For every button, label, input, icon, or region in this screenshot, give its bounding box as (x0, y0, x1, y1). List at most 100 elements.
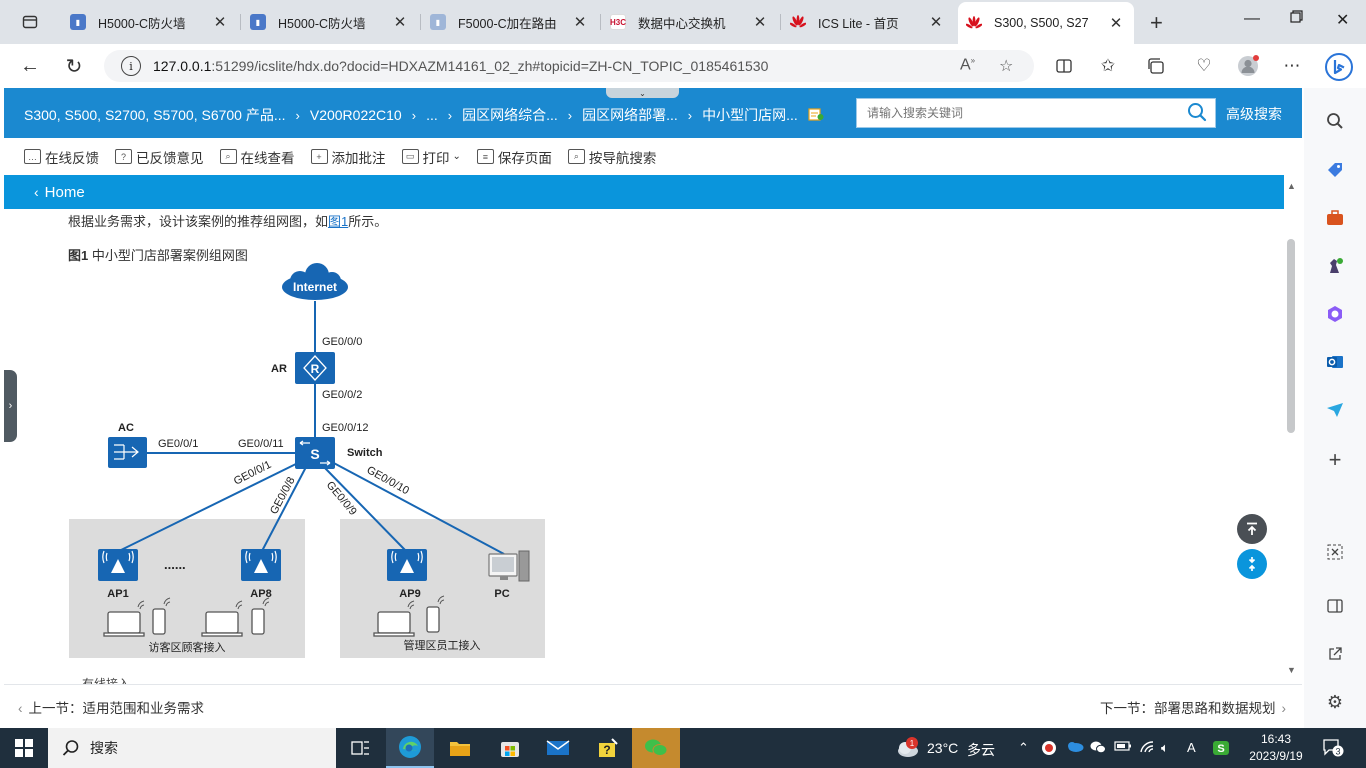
expand-toc-handle[interactable]: › (4, 370, 17, 442)
chevron-left-icon: ‹ (18, 701, 23, 716)
online-view-button[interactable]: ⌕ 在线查看 (219, 147, 295, 167)
wifi-icon[interactable] (1139, 740, 1155, 757)
windows-start-icon[interactable] (0, 728, 48, 768)
tab-close-icon[interactable]: ✕ (390, 13, 410, 31)
back-to-top-button[interactable] (1237, 514, 1267, 544)
input-method-icon[interactable]: A (1187, 740, 1196, 755)
close-window-icon[interactable]: ✕ (1336, 10, 1349, 30)
site-info-icon[interactable]: i (121, 56, 141, 76)
scroll-down-icon[interactable]: ▼ (1287, 665, 1296, 675)
online-feedback-button[interactable]: … 在线反馈 (24, 147, 99, 167)
svg-text:S: S (1217, 743, 1224, 755)
more-menu-icon[interactable]: ⋯ (1280, 54, 1304, 78)
save-page-button[interactable]: ≡ 保存页面 (476, 147, 552, 167)
tray-app-icon[interactable] (1041, 740, 1057, 759)
taskbar-search-box[interactable]: 搜索 (48, 728, 336, 768)
browser-tab-2[interactable]: ▮ H5000-C防火墙 ✕ (242, 6, 418, 38)
taskbar-clock[interactable]: 16:43 2023/9/19 (1246, 731, 1306, 765)
volume-icon[interactable]: 🔈︎ (1161, 740, 1169, 756)
browser-tab-3[interactable]: ▮ F5000-C加在路由 ✕ (422, 6, 598, 38)
tools-icon[interactable] (1323, 206, 1347, 230)
url-text[interactable]: 127.0.0.1:51299/icslite/hdx.do?docid=HDX… (153, 58, 768, 74)
bing-copilot-icon[interactable] (1324, 52, 1354, 82)
print-button[interactable]: ▭ 打印 ⌄ (401, 147, 461, 167)
tab-close-icon[interactable]: ✕ (750, 13, 770, 31)
wechat-tray-icon[interactable] (1090, 740, 1106, 757)
microsoft-store-icon[interactable] (486, 728, 534, 768)
scroll-up-icon[interactable]: ▲ (1287, 181, 1296, 191)
nav-search-button[interactable]: ⌕ 按导航搜索 (567, 147, 656, 167)
doc-search-input[interactable] (857, 99, 1177, 127)
browser-tab-1[interactable]: ▮ H5000-C防火墙 ✕ (62, 6, 238, 38)
chevron-up-icon[interactable]: ⌃ (1018, 740, 1029, 756)
add-annotation-button[interactable]: + 添加批注 (310, 147, 386, 167)
breadcrumb-item[interactable]: 园区网络综合... (462, 105, 558, 125)
next-section-link[interactable]: 下一节：部署思路和数据规划 › (1100, 697, 1286, 717)
wechat-icon[interactable] (632, 728, 680, 768)
tab-close-icon[interactable]: ✕ (1106, 14, 1126, 32)
games-icon[interactable] (1323, 254, 1347, 278)
scrollbar-thumb[interactable] (1287, 239, 1295, 433)
file-explorer-icon[interactable] (436, 728, 484, 768)
task-view-icon[interactable] (336, 728, 384, 768)
weather-temp[interactable]: 23°C (927, 740, 958, 756)
send-icon[interactable] (1323, 398, 1347, 422)
screenshot-icon[interactable] (1323, 540, 1347, 564)
arrow-up-bar-icon (1247, 522, 1257, 535)
breadcrumb-item[interactable]: ... (426, 107, 438, 123)
tab-actions-button[interactable] (8, 8, 52, 36)
browser-essentials-icon[interactable]: ♡ (1192, 54, 1216, 78)
tab-close-icon[interactable]: ✕ (570, 13, 590, 31)
microsoft365-icon[interactable] (1323, 302, 1347, 326)
content-scrollbar[interactable]: ▲ ▼ (1284, 175, 1302, 684)
add-sidebar-app-icon[interactable]: + (1323, 447, 1347, 472)
browser-tab-4[interactable]: H3C 数据中心交换机 ✕ (602, 6, 778, 38)
external-link-icon[interactable] (1323, 642, 1347, 666)
tab-close-icon[interactable]: ✕ (926, 13, 946, 31)
minimize-icon[interactable]: — (1244, 10, 1260, 28)
home-nav-bar[interactable]: ‹ Home (4, 175, 1284, 209)
search-icon[interactable] (1323, 109, 1347, 133)
split-screen-icon[interactable] (1052, 54, 1076, 78)
notification-center-icon[interactable]: 3 (1322, 738, 1344, 761)
prev-section-link[interactable]: ‹ 上一节：适用范围和业务需求 (18, 697, 204, 717)
help-sticky-icon[interactable]: ? (584, 728, 632, 768)
back-icon[interactable]: ← (16, 52, 44, 80)
new-tab-icon[interactable]: + (1150, 10, 1163, 36)
collapse-header-handle[interactable]: ⌄ (606, 88, 679, 98)
shopping-tag-icon[interactable] (1323, 158, 1347, 182)
mail-icon[interactable] (534, 728, 582, 768)
refresh-icon[interactable]: ↻ (60, 52, 88, 80)
breadcrumb-item[interactable]: 园区网络部署... (582, 105, 678, 125)
browser-tab-6-active[interactable]: S300, S500, S27 ✕ (958, 2, 1134, 44)
home-link[interactable]: Home (45, 184, 85, 201)
collections-icon[interactable] (1144, 54, 1168, 78)
breadcrumb-item[interactable]: 中小型门店网... (702, 105, 798, 125)
submitted-feedback-button[interactable]: ? 已反馈意见 (115, 147, 204, 167)
search-icon[interactable] (1187, 102, 1207, 125)
battery-icon[interactable] (1114, 740, 1132, 755)
read-aloud-icon[interactable]: A» (960, 56, 975, 74)
clock-date: 2023/9/19 (1249, 749, 1303, 763)
profile-avatar[interactable] (1236, 54, 1260, 78)
browser-tab-5[interactable]: ICS Lite - 首页 ✕ (782, 6, 954, 38)
sidebar-panel-icon[interactable] (1323, 594, 1347, 618)
port-label: GE0/0/0 (322, 336, 362, 348)
sogou-ime-icon[interactable]: S (1212, 740, 1230, 759)
restore-icon[interactable] (1290, 10, 1303, 28)
advanced-search-link[interactable]: 高级搜索 (1226, 104, 1282, 124)
tab-close-icon[interactable]: ✕ (210, 13, 230, 31)
settings-gear-icon[interactable]: ⚙ (1323, 690, 1347, 714)
doc-status-icon[interactable] (808, 107, 824, 124)
outlook-icon[interactable] (1323, 350, 1347, 374)
weather-icon[interactable]: 1 (896, 736, 920, 761)
weather-text[interactable]: 多云 (967, 740, 995, 760)
breadcrumb-item[interactable]: V200R022C10 (310, 107, 402, 123)
favorites-icon[interactable]: ✩ (1096, 54, 1120, 78)
breadcrumb-item[interactable]: S300, S500, S2700, S5700, S6700 产品... (24, 105, 286, 125)
onedrive-icon[interactable] (1066, 740, 1084, 755)
collapse-expand-button[interactable] (1237, 549, 1267, 579)
url-box[interactable]: i 127.0.0.1:51299/icslite/hdx.do?docid=H… (104, 50, 1034, 82)
favorite-star-icon[interactable]: ☆ (999, 56, 1013, 76)
edge-taskbar-icon[interactable] (386, 728, 434, 768)
